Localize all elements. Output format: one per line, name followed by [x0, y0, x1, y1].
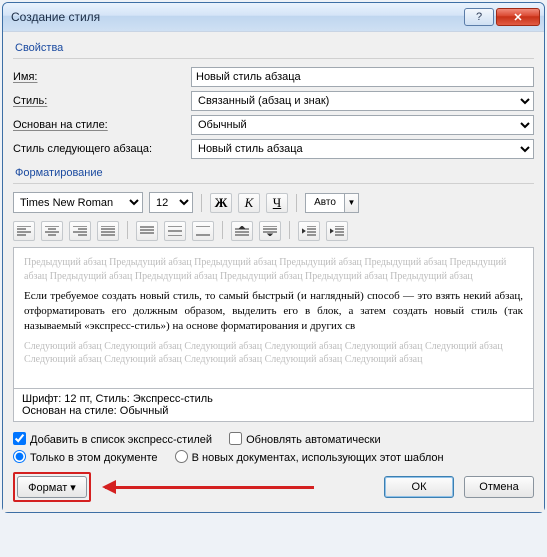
- next-style-label: Стиль следующего абзаца:: [13, 143, 183, 155]
- indent-decrease-button[interactable]: [298, 221, 320, 241]
- options-row-2: Только в этом документе В новых документ…: [13, 450, 534, 464]
- in-template-radio-input[interactable]: [175, 450, 188, 463]
- annotation-arrow: [101, 476, 374, 498]
- separator: [289, 221, 290, 239]
- preview-pane: Предыдущий абзац Предыдущий абзац Предыд…: [13, 247, 534, 389]
- align-center-button[interactable]: [41, 221, 63, 241]
- in-template-radio[interactable]: В новых документах, использующих этот ша…: [175, 452, 444, 464]
- format-button-highlight: Формат ▾: [13, 472, 91, 502]
- row-name: Имя:: [13, 67, 534, 87]
- add-quick-styles-checkbox[interactable]: Добавить в список экспресс-стилей: [13, 434, 212, 446]
- separator: [222, 221, 223, 239]
- font-name-select[interactable]: Times New Roman: [13, 192, 143, 213]
- desc-line-1: Шрифт: 12 пт, Стиль: Экспресс-стиль: [22, 393, 525, 405]
- options-row-1: Добавить в список экспресс-стилей Обновл…: [13, 432, 534, 446]
- line-spacing-2-button[interactable]: [192, 221, 214, 241]
- separator: [296, 194, 297, 212]
- space-before-inc-button[interactable]: [231, 221, 253, 241]
- separator: [127, 221, 128, 239]
- add-quick-checkbox-input[interactable]: [13, 432, 26, 445]
- dialog-footer: Формат ▾ ОК Отмена: [13, 472, 534, 502]
- window-buttons: ? ✕: [464, 8, 540, 26]
- indent-increase-button[interactable]: [326, 221, 348, 241]
- line-spacing-15-button[interactable]: [164, 221, 186, 241]
- cancel-button[interactable]: Отмена: [464, 476, 534, 498]
- paragraph-toolbar: [13, 219, 534, 247]
- name-label: Имя:: [13, 71, 183, 83]
- color-swatch: Авто: [305, 193, 345, 213]
- chevron-down-icon[interactable]: ▼: [345, 193, 359, 213]
- divider: [13, 58, 534, 59]
- space-before-dec-button[interactable]: [259, 221, 281, 241]
- ok-button[interactable]: ОК: [384, 476, 454, 498]
- auto-update-checkbox-input[interactable]: [229, 432, 242, 445]
- preview-next-ghost: Следующий абзац Следующий абзац Следующи…: [24, 340, 523, 367]
- line-spacing-1-button[interactable]: [136, 221, 158, 241]
- format-button[interactable]: Формат ▾: [17, 476, 87, 498]
- style-description: Шрифт: 12 пт, Стиль: Экспресс-стиль Осно…: [13, 389, 534, 422]
- preview-sample-text: Если требуемое создать новый стиль, то с…: [24, 289, 523, 334]
- font-size-select[interactable]: 12: [149, 192, 193, 213]
- window-title: Создание стиля: [11, 10, 464, 24]
- based-on-label: Основан на стиле:: [13, 119, 183, 131]
- titlebar: Создание стиля ? ✕: [3, 3, 544, 31]
- align-left-button[interactable]: [13, 221, 35, 241]
- properties-group-label: Свойства: [15, 42, 534, 54]
- bold-button[interactable]: Ж: [210, 193, 232, 213]
- row-style-type: Стиль: Связанный (абзац и знак): [13, 91, 534, 111]
- align-justify-button[interactable]: [97, 221, 119, 241]
- next-style-select[interactable]: Новый стиль абзаца: [191, 139, 534, 159]
- divider: [13, 183, 534, 184]
- row-based-on: Основан на стиле: Обычный: [13, 115, 534, 135]
- font-color-picker[interactable]: Авто ▼: [305, 193, 359, 213]
- desc-line-2: Основан на стиле: Обычный: [22, 405, 525, 417]
- help-button[interactable]: ?: [464, 8, 494, 26]
- dialog-window: Создание стиля ? ✕ Свойства Имя: Стиль: …: [2, 2, 545, 513]
- based-on-select[interactable]: Обычный: [191, 115, 534, 135]
- only-doc-radio-input[interactable]: [13, 450, 26, 463]
- preview-prev-ghost: Предыдущий абзац Предыдущий абзац Предыд…: [24, 256, 523, 283]
- row-next-style: Стиль следующего абзаца: Новый стиль абз…: [13, 139, 534, 159]
- font-toolbar: Times New Roman 12 Ж К Ч Авто ▼: [13, 192, 534, 213]
- separator: [201, 194, 202, 212]
- close-button[interactable]: ✕: [496, 8, 540, 26]
- formatting-group-label: Форматирование: [15, 167, 534, 179]
- auto-update-checkbox[interactable]: Обновлять автоматически: [229, 434, 381, 446]
- underline-button[interactable]: Ч: [266, 193, 288, 213]
- style-type-select[interactable]: Связанный (абзац и знак): [191, 91, 534, 111]
- italic-button[interactable]: К: [238, 193, 260, 213]
- dialog-body: Свойства Имя: Стиль: Связанный (абзац и …: [3, 31, 544, 512]
- style-type-label: Стиль:: [13, 95, 183, 107]
- align-right-button[interactable]: [69, 221, 91, 241]
- name-input[interactable]: [191, 67, 534, 87]
- only-document-radio[interactable]: Только в этом документе: [13, 452, 158, 464]
